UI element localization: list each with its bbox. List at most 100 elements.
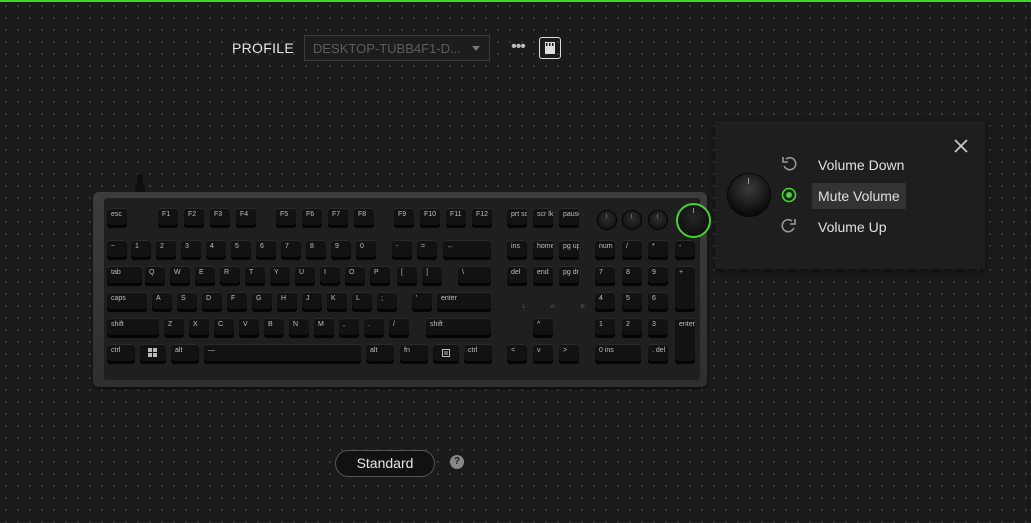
key[interactable]: ← [443,240,491,260]
key[interactable]: F [227,292,247,312]
key[interactable]: pause [559,208,579,228]
key[interactable]: 4 [595,292,615,312]
key[interactable]: prt sc [507,208,527,228]
key[interactable]: 1 [131,240,151,260]
key[interactable]: = [417,240,437,260]
key[interactable]: scr lk [533,208,553,228]
key[interactable]: 3 [648,318,668,338]
key[interactable]: 0 ins [595,344,641,364]
key[interactable]: F6 [302,208,322,228]
onboard-memory-icon[interactable] [539,37,561,59]
key[interactable]: shift [426,318,491,338]
key[interactable]: 2 [622,318,642,338]
key[interactable]: caps [107,292,147,312]
key[interactable]: H [277,292,297,312]
key[interactable]: Z [164,318,184,338]
key[interactable]: R [220,266,240,286]
key[interactable]: D [202,292,222,312]
key[interactable]: 6 [256,240,276,260]
media-play-button[interactable] [623,211,641,229]
key[interactable]: E [195,266,215,286]
key[interactable]: O [345,266,365,286]
key[interactable]: > [559,344,579,364]
key[interactable]: end [533,266,553,286]
key[interactable]: V [239,318,259,338]
key[interactable]: ctrl [464,344,492,364]
key[interactable]: 4 [206,240,226,260]
more-horizontal-icon[interactable]: ••• [508,38,528,56]
key[interactable]: ^ [533,318,553,338]
help-icon[interactable]: ? [450,455,464,469]
key[interactable]: M [314,318,334,338]
key[interactable]: 5 [231,240,251,260]
key[interactable]: A [152,292,172,312]
key[interactable]: U [295,266,315,286]
key[interactable]: tab [107,266,142,286]
media-previous-button[interactable] [598,211,616,229]
key[interactable]: shift [107,318,159,338]
key[interactable]: S [177,292,197,312]
key[interactable]: F9 [394,208,414,228]
key[interactable]: G [252,292,272,312]
key[interactable]: 7 [281,240,301,260]
key[interactable]: ins [507,240,527,260]
close-icon[interactable] [951,136,971,156]
key[interactable]: enter [437,292,491,312]
windows-key-icon[interactable] [140,344,166,364]
key[interactable]: F8 [354,208,374,228]
key[interactable]: num [595,240,615,260]
key[interactable]: pg dn [559,266,579,286]
key[interactable]: F4 [236,208,256,228]
key[interactable]: J [302,292,322,312]
key[interactable]: 0 [356,240,376,260]
key[interactable]: F3 [210,208,230,228]
key[interactable]: 3 [181,240,201,260]
media-next-button[interactable] [649,211,667,229]
key[interactable]: 7 [595,266,615,286]
key[interactable]: . [364,318,384,338]
key[interactable]: W [170,266,190,286]
key[interactable]: F2 [184,208,204,228]
standard-mode-button[interactable]: Standard [335,450,435,477]
key[interactable]: , [339,318,359,338]
key[interactable]: ; [377,292,397,312]
key[interactable]: Q [145,266,165,286]
key[interactable]: . del [648,344,668,364]
key[interactable]: Y [270,266,290,286]
key[interactable]: ' [412,292,432,312]
key[interactable]: fn [400,344,428,364]
key[interactable]: F1 [158,208,178,228]
key[interactable]: - [675,240,695,260]
key[interactable]: F10 [420,208,440,228]
key[interactable]: B [264,318,284,338]
key[interactable]: N [289,318,309,338]
key[interactable]: L [352,292,372,312]
key[interactable]: X [189,318,209,338]
key[interactable]: / [389,318,409,338]
key[interactable]: alt [366,344,394,364]
key[interactable]: 9 [648,266,668,286]
key[interactable]: alt [171,344,199,364]
key[interactable]: 6 [648,292,668,312]
key[interactable]: < [507,344,527,364]
key[interactable]: 2 [156,240,176,260]
key[interactable]: 9 [331,240,351,260]
volume-dial-selected[interactable] [676,203,711,238]
key[interactable]: T [245,266,265,286]
key[interactable]: 8 [622,266,642,286]
key[interactable]: enter [675,318,695,364]
key[interactable]: K [327,292,347,312]
key[interactable]: 1 [595,318,615,338]
key[interactable]: F12 [472,208,492,228]
radio-selected-icon[interactable] [780,186,798,204]
key[interactable]: ] [422,266,442,286]
profile-dropdown[interactable]: DESKTOP-TUBB4F1-D... [304,35,490,61]
key[interactable]: ctrl [107,344,135,364]
key[interactable]: [ [397,266,417,286]
key[interactable]: pg up [559,240,579,260]
key[interactable]: 5 [622,292,642,312]
key[interactable]: P [370,266,390,286]
key[interactable]: C [214,318,234,338]
key[interactable]: \ [458,266,491,286]
menu-key-icon[interactable] [433,344,459,364]
